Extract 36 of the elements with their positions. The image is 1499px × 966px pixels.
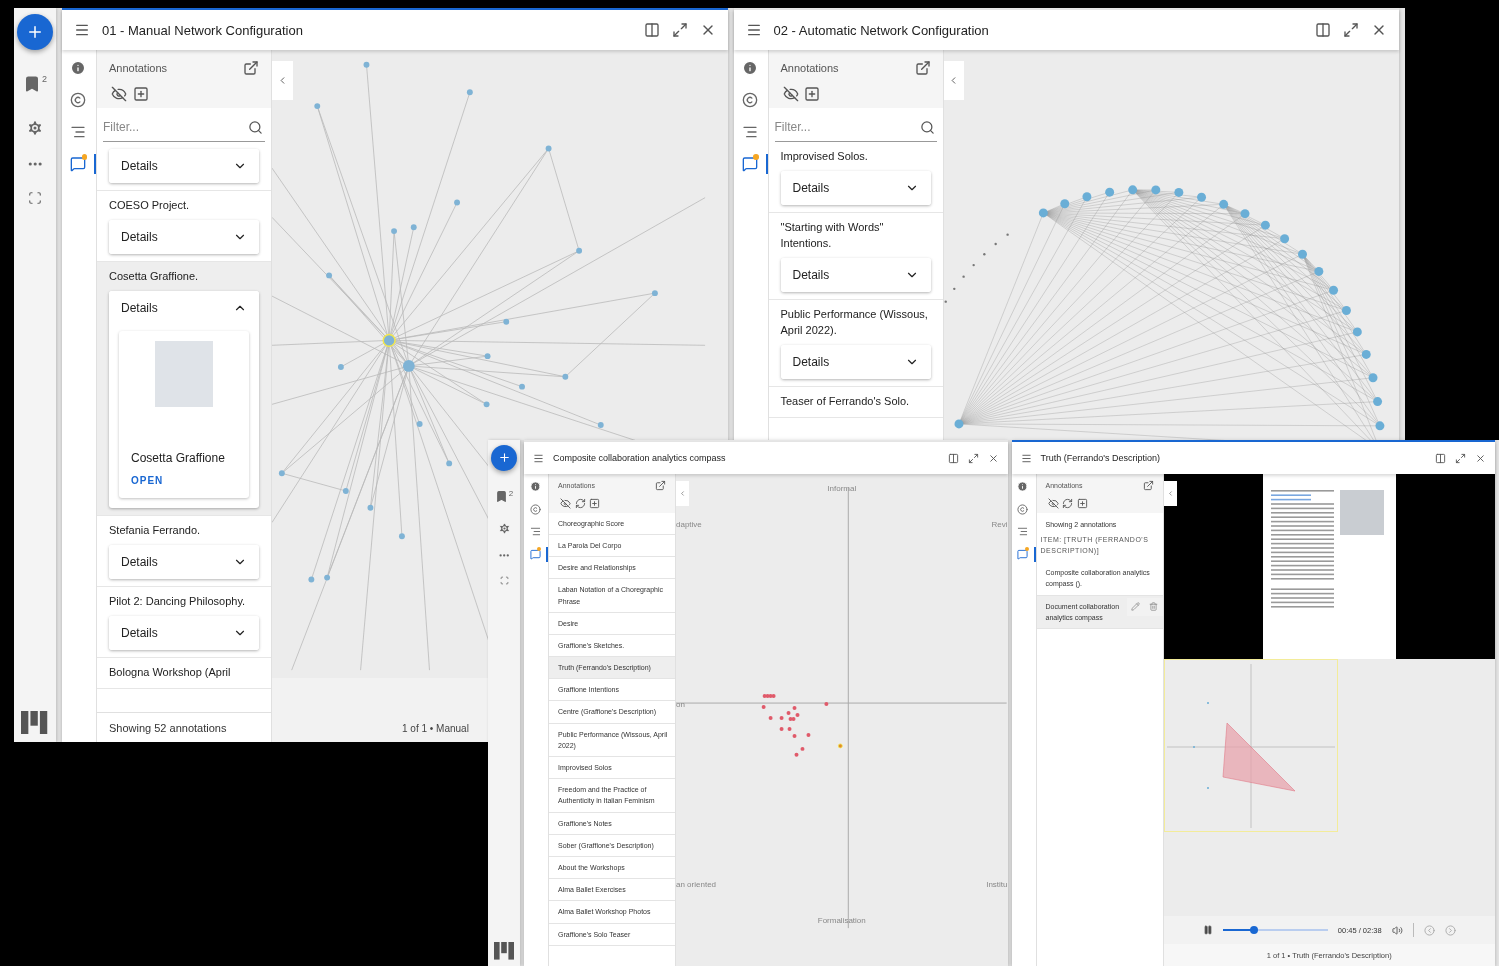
- panel-heading: Annotations: [109, 61, 168, 74]
- annotation-title: Teaser of Ferrando's Solo.: [780, 394, 911, 410]
- annotation-title: Cosetta Graffione.: [109, 269, 200, 285]
- preview-caption: Cosetta Graffione: [131, 451, 225, 466]
- axis-label: Informal: [827, 484, 857, 493]
- open-link[interactable]: OPEN: [131, 475, 164, 487]
- details-toggle[interactable]: Details: [109, 616, 259, 651]
- canvas-caption: 1 of 1 • Manual: [402, 723, 469, 734]
- axis-label: an oriented: [676, 880, 717, 889]
- axis-label: Formalisation: [817, 916, 866, 925]
- axis-label: Institu: [986, 880, 1008, 889]
- details-toggle[interactable]: Details: [109, 149, 259, 184]
- annotation-title: Stefania Ferrando.: [109, 523, 202, 539]
- annotation-title: Public Performance (Wissous, April 2022).: [780, 307, 929, 339]
- panel-heading: Annotations: [780, 61, 839, 74]
- annotation-count: Showing 52 annotations: [97, 712, 271, 742]
- axis-label: Revi: [991, 520, 1008, 529]
- details-toggle[interactable]: Details: [109, 291, 259, 326]
- annotation-title: Bologna Workshop (April: [109, 665, 232, 681]
- axis-label: daptive: [676, 520, 702, 529]
- details-toggle[interactable]: Details: [109, 220, 259, 255]
- details-toggle[interactable]: Details: [109, 545, 259, 580]
- window-title: 01 - Manual Network Configuration: [102, 22, 304, 38]
- bookmarks-button[interactable]: 2: [23, 75, 47, 94]
- annotation-title: Improvised Solos.: [780, 149, 869, 165]
- window-title: Truth (Ferrando's Description): [1040, 453, 1161, 463]
- details-toggle[interactable]: Details: [780, 345, 931, 380]
- bookmarks-button[interactable]: 2: [494, 490, 514, 503]
- window-title: Composite collaboration analytics compass: [553, 453, 727, 463]
- details-toggle[interactable]: Details: [780, 171, 931, 206]
- window-title: 02 - Automatic Network Configuration: [773, 22, 990, 38]
- details-toggle[interactable]: Details: [780, 258, 931, 293]
- annotation-title: COESO Project.: [109, 198, 191, 214]
- annotation-title: "Starting with Words" Intentions.: [780, 220, 885, 252]
- axis-label: on: [676, 700, 685, 709]
- annotation-title: Pilot 2: Dancing Philosophy.: [109, 594, 247, 610]
